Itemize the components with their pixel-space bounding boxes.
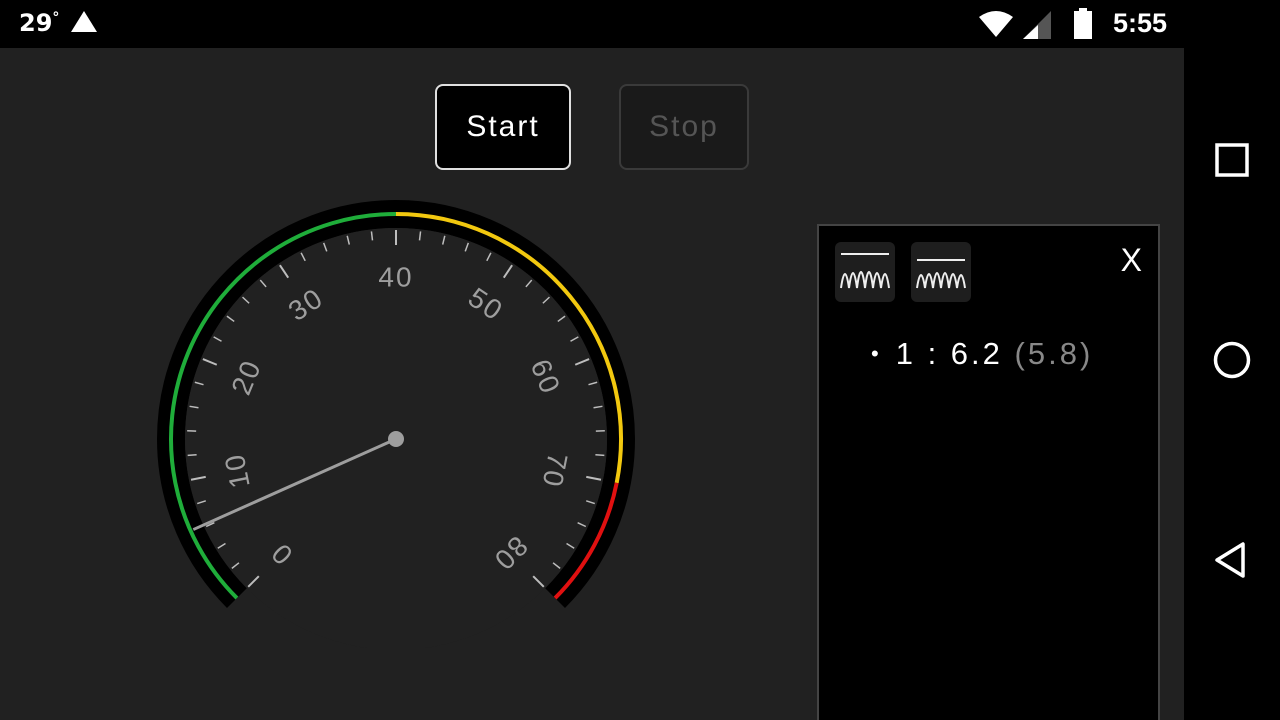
main-content: Start Stop 0 10 20 30 40 50 60 70 80 X • 1 : 6.2 …: [0, 48, 1184, 720]
status-bar: 29° 5:55: [0, 0, 1184, 48]
gauge-tick-label: 40: [378, 262, 413, 293]
close-panel-button[interactable]: X: [1121, 242, 1142, 279]
alert-triangle-icon: [71, 11, 97, 32]
gauge-tick: [187, 453, 197, 457]
reading-secondary: (5.8): [1014, 336, 1094, 371]
reading-value: 6.2: [950, 336, 1003, 371]
spectrum-icon[interactable]: [835, 242, 895, 302]
temperature-indicator: 29°: [19, 9, 59, 37]
gauge-tick: [370, 231, 374, 241]
reading-index: 1: [895, 336, 916, 371]
home-circle-icon[interactable]: [1208, 336, 1256, 384]
gauge-tick: [595, 453, 605, 457]
recents-square-icon[interactable]: [1208, 136, 1256, 184]
temperature-value: 29: [19, 9, 53, 37]
reading-item: • 1 : 6.2 (5.8): [871, 336, 1093, 372]
gauge-tick: [418, 231, 422, 241]
bullet: •: [871, 341, 882, 366]
navigation-bar: [1184, 0, 1280, 720]
reading-separator: :: [915, 336, 951, 371]
clock-time: 5:55: [1113, 8, 1168, 38]
degree-symbol: °: [52, 10, 60, 26]
wifi-icon: [979, 11, 1013, 37]
speedometer-gauge: 01020304050607080: [157, 200, 635, 648]
gauge-needle-hub: [388, 431, 404, 447]
back-triangle-icon[interactable]: [1208, 536, 1256, 584]
battery-icon: [1074, 8, 1092, 39]
signal-icon: [1023, 11, 1051, 39]
readings-panel: X • 1 : 6.2 (5.8): [817, 224, 1160, 720]
spectrum-alt-icon[interactable]: [911, 242, 971, 302]
